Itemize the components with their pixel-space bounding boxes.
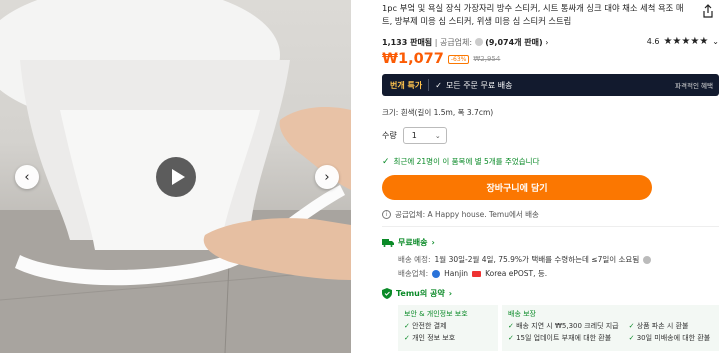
add-to-cart-button[interactable]: 장바구니에 담기 xyxy=(382,175,652,200)
price-row: ₩1,077 -63% ₩2,954 xyxy=(382,51,500,67)
seller-avatar[interactable] xyxy=(474,38,483,46)
seller-prefix: 공급업체: xyxy=(439,37,473,47)
chevron-right-icon: › xyxy=(431,238,435,247)
temu-promise-text: Temu의 공약 xyxy=(396,289,445,298)
promo-banner[interactable]: 번개 특가 ✓ 모든 주문 무료 배송 파격적인 혜택 xyxy=(382,74,719,96)
divider xyxy=(382,226,719,227)
seller-sold-count[interactable]: (9,074개 판매) xyxy=(485,37,542,48)
truck-icon xyxy=(382,238,394,247)
chevron-right-icon[interactable]: › xyxy=(315,165,339,189)
shipping-title-text: 무료배송 xyxy=(398,238,428,247)
hanjin-logo-icon xyxy=(432,269,441,278)
star-rating-icon: ★★★★★ xyxy=(663,36,709,47)
size-option[interactable]: 크기: 흰색(길이 1.5m, 폭 3.7cm) xyxy=(382,107,493,118)
shipping-title[interactable]: 무료배송 › xyxy=(382,237,435,248)
play-icon[interactable] xyxy=(156,157,196,197)
quantity-select[interactable]: 1 ⌄ xyxy=(402,127,447,144)
quantity-value: 1 xyxy=(411,131,417,140)
carrier-row: 배송업체: Hanjin Korea ePOST, 등. xyxy=(398,268,547,279)
carrier-label: 배송업체: xyxy=(398,269,429,278)
check-icon: ✓ xyxy=(382,156,390,167)
temu-promise-title[interactable]: Temu의 공약 › xyxy=(382,288,452,299)
security-privacy-heading: 보안 & 개인정보 보호 xyxy=(404,310,468,318)
seller-info-text[interactable]: 공급업체: A Happy house. Temu에서 배송 xyxy=(395,209,539,220)
delivery-estimate-label: 배송 예정: xyxy=(398,255,431,264)
lightning-deal-label: 번개 특가 xyxy=(390,80,423,90)
recent-review-text: 최근에 21명이 이 품목에 별 5개를 주었습니다 xyxy=(393,157,540,166)
delivery-estimate: 배송 예정: 1월 30일-2월 4일, 75.9%가 택배를 수령하는데 ≤7… xyxy=(398,254,652,265)
delivery-estimate-value: 1월 30일-2월 4일, 75.9%가 택배를 수령하는데 ≤7일이 소요됨 xyxy=(434,255,640,264)
list-item: 개인 정보 보호 xyxy=(404,332,492,344)
check-icon: ✓ xyxy=(435,80,442,90)
divider xyxy=(428,79,430,91)
chevron-right-icon: › xyxy=(448,289,453,298)
list-item: 15일 업데이트 부재에 대한 환불 xyxy=(508,332,619,344)
chevron-left-icon[interactable]: ‹ xyxy=(15,165,39,189)
chevron-right-icon[interactable]: › xyxy=(543,38,548,47)
carrier-epost: Korea ePOST, 등. xyxy=(485,269,548,278)
price: ₩1,077 xyxy=(382,51,444,67)
quantity-row: 수량 1 ⌄ xyxy=(382,127,447,144)
share-icon[interactable] xyxy=(702,4,714,18)
list-item: 30일 미배송에 대한 환불 xyxy=(629,332,711,344)
product-title: 1pc 부엌 및 욕실 장식 가장자리 방수 스티커, 시트 통싸개 싱크 대야… xyxy=(382,3,684,26)
discount-badge: -63% xyxy=(447,54,470,64)
epost-logo-icon xyxy=(472,270,482,277)
sales-row: 1,133 판매됨 | 공급업체: (9,074개 판매) › 4.6 ★★★★… xyxy=(382,36,719,48)
rating-value: 4.6 xyxy=(646,37,660,46)
list-item: 상품 파손 시 환불 xyxy=(629,320,711,332)
info-icon[interactable] xyxy=(643,255,652,264)
chevron-down-icon[interactable]: ⌄ xyxy=(712,37,719,46)
seller-info: i 공급업체: A Happy house. Temu에서 배송 xyxy=(382,209,539,220)
list-item: 배송 지연 시 ₩5,300 크레딧 지급 xyxy=(508,320,619,332)
recent-review-notice: ✓ 최근에 21명이 이 품목에 별 5개를 주었습니다 xyxy=(382,156,539,167)
carrier-hanjin: Hanjin xyxy=(444,269,469,278)
quantity-label: 수량 xyxy=(382,131,397,140)
free-shipping-label: 모든 주문 무료 배송 xyxy=(445,80,513,90)
sold-count: 1,133 판매됨 xyxy=(382,37,433,47)
shield-icon xyxy=(382,288,392,299)
product-image-gallery[interactable]: ‹ › xyxy=(0,0,351,353)
delivery-guarantee-box: 배송 보장 배송 지연 시 ₩5,300 크레딧 지급 15일 업데이트 부재에… xyxy=(502,305,719,351)
delivery-guarantee-heading: 배송 보장 xyxy=(508,310,536,318)
info-icon: i xyxy=(382,210,391,219)
rating[interactable]: 4.6 ★★★★★ ⌄ xyxy=(647,36,719,47)
product-info: 1pc 부엌 및 욕실 장식 가장자리 방수 스티커, 시트 통싸개 싱크 대야… xyxy=(382,0,719,353)
list-item: 안전한 결제 xyxy=(404,320,492,332)
security-privacy-box: 보안 & 개인정보 보호 안전한 결제 개인 정보 보호 xyxy=(398,305,498,351)
promo-right-label: 파격적인 혜택 xyxy=(675,82,713,90)
original-price: ₩2,954 xyxy=(473,55,501,63)
chevron-down-icon: ⌄ xyxy=(434,131,441,140)
